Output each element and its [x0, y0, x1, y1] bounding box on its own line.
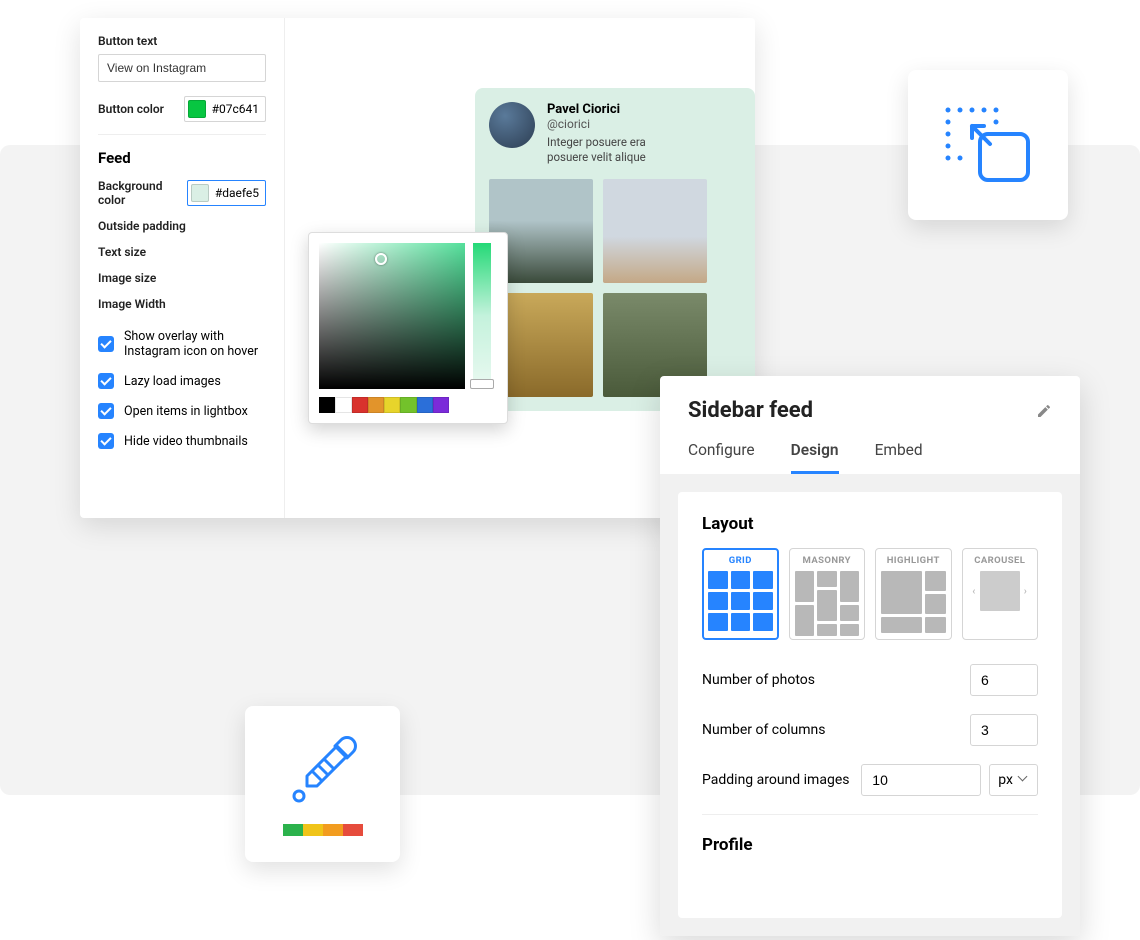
- feed-preview-card: Pavel Ciorici @ciorici Integer posuere e…: [475, 88, 755, 411]
- layout-label: MASONRY: [803, 555, 851, 566]
- layout-options: GRID MASONRY HIGHLIGHT: [702, 548, 1038, 640]
- padding-input[interactable]: [861, 764, 981, 796]
- preset-white[interactable]: [335, 397, 351, 413]
- button-text-input[interactable]: [98, 54, 266, 82]
- profile-heading: Profile: [702, 835, 1038, 855]
- button-color-picker[interactable]: #07c641: [184, 96, 266, 122]
- layout-grid[interactable]: GRID: [702, 548, 779, 640]
- num-photos-label: Number of photos: [702, 672, 815, 688]
- button-color-value: #07c641: [212, 102, 259, 116]
- preset-purple[interactable]: [433, 397, 449, 413]
- bg-color-swatch: [191, 184, 209, 202]
- padding-label: Padding around images: [702, 772, 849, 788]
- chevron-right-icon: ›: [1024, 586, 1027, 597]
- bg-color-label: Background color: [98, 179, 187, 207]
- hue-handle[interactable]: [470, 379, 494, 389]
- color-picker-popover[interactable]: [308, 232, 508, 424]
- text-size-label: Text size: [98, 245, 146, 259]
- preset-orange[interactable]: [368, 397, 384, 413]
- num-photos-input[interactable]: [970, 664, 1038, 696]
- tab-configure[interactable]: Configure: [688, 441, 755, 474]
- feed-image[interactable]: [603, 179, 707, 283]
- outside-padding-label: Outside padding: [98, 219, 186, 233]
- color-presets: [319, 397, 497, 413]
- bg-color-value: #daefe5: [215, 186, 259, 200]
- resize-icon: [942, 104, 1034, 186]
- sv-handle[interactable]: [375, 253, 387, 265]
- chevron-down-icon: [1019, 775, 1029, 785]
- settings-sidebar: Button text Button color #07c641 Feed Ba…: [80, 18, 285, 518]
- preset-yellow[interactable]: [384, 397, 400, 413]
- profile-bio: Integer posuere era posuere velit alique: [547, 135, 646, 165]
- panel-title: Sidebar feed: [688, 398, 813, 423]
- preset-blue[interactable]: [417, 397, 433, 413]
- checkbox-hidevideo[interactable]: Hide video thumbnails: [98, 433, 266, 449]
- preset-green[interactable]: [400, 397, 416, 413]
- palette-bar: [283, 824, 363, 836]
- preset-red[interactable]: [352, 397, 368, 413]
- resize-icon-card: [908, 70, 1068, 220]
- profile-handle: @ciorici: [547, 117, 646, 131]
- checkbox-icon: [98, 433, 114, 449]
- checkbox-icon: [98, 336, 114, 352]
- saturation-value-area[interactable]: [319, 243, 465, 389]
- tab-design[interactable]: Design: [791, 441, 839, 474]
- button-text-label: Button text: [98, 34, 266, 48]
- layout-heading: Layout: [702, 514, 1038, 534]
- image-width-label: Image Width: [98, 297, 166, 311]
- checkbox-label: Open items in lightbox: [124, 404, 248, 419]
- hue-slider[interactable]: [473, 243, 491, 389]
- layout-label: GRID: [729, 555, 752, 566]
- feed-heading: Feed: [98, 149, 266, 167]
- checkbox-icon: [98, 403, 114, 419]
- num-columns-label: Number of columns: [702, 722, 825, 738]
- layout-masonry[interactable]: MASONRY: [789, 548, 866, 640]
- checkbox-overlay[interactable]: Show overlay with Instagram icon on hove…: [98, 329, 266, 359]
- num-columns-input[interactable]: [970, 714, 1038, 746]
- sidebar-feed-editor: Sidebar feed Configure Design Embed Layo…: [660, 376, 1080, 936]
- tab-bar: Configure Design Embed: [688, 441, 1052, 474]
- image-size-label: Image size: [98, 271, 156, 285]
- layout-label: HIGHLIGHT: [887, 555, 940, 566]
- checkbox-lightbox[interactable]: Open items in lightbox: [98, 403, 266, 419]
- preset-black[interactable]: [319, 397, 335, 413]
- checkbox-icon: [98, 373, 114, 389]
- checkbox-label: Show overlay with Instagram icon on hove…: [124, 329, 266, 359]
- avatar: [489, 102, 535, 148]
- bg-color-picker[interactable]: #daefe5: [187, 180, 266, 206]
- pencil-icon[interactable]: [1036, 403, 1052, 419]
- checkbox-lazyload[interactable]: Lazy load images: [98, 373, 266, 389]
- button-color-label: Button color: [98, 102, 164, 116]
- checkbox-label: Hide video thumbnails: [124, 434, 248, 449]
- button-color-swatch: [188, 100, 206, 118]
- checkbox-label: Lazy load images: [124, 374, 221, 389]
- layout-highlight[interactable]: HIGHLIGHT: [875, 548, 952, 640]
- layout-label: CAROUSEL: [974, 555, 1025, 566]
- tab-embed[interactable]: Embed: [875, 441, 923, 474]
- profile-header: Pavel Ciorici @ciorici Integer posuere e…: [489, 102, 755, 165]
- layout-carousel[interactable]: CAROUSEL ‹ ›: [962, 548, 1039, 640]
- profile-name: Pavel Ciorici: [547, 102, 646, 117]
- eyedropper-icon: [283, 732, 363, 812]
- feed-image-grid: [489, 179, 755, 397]
- unit-label: px: [998, 772, 1013, 788]
- chevron-left-icon: ‹: [972, 586, 976, 597]
- padding-unit-select[interactable]: px: [989, 764, 1038, 796]
- eyedropper-icon-card: [245, 706, 400, 862]
